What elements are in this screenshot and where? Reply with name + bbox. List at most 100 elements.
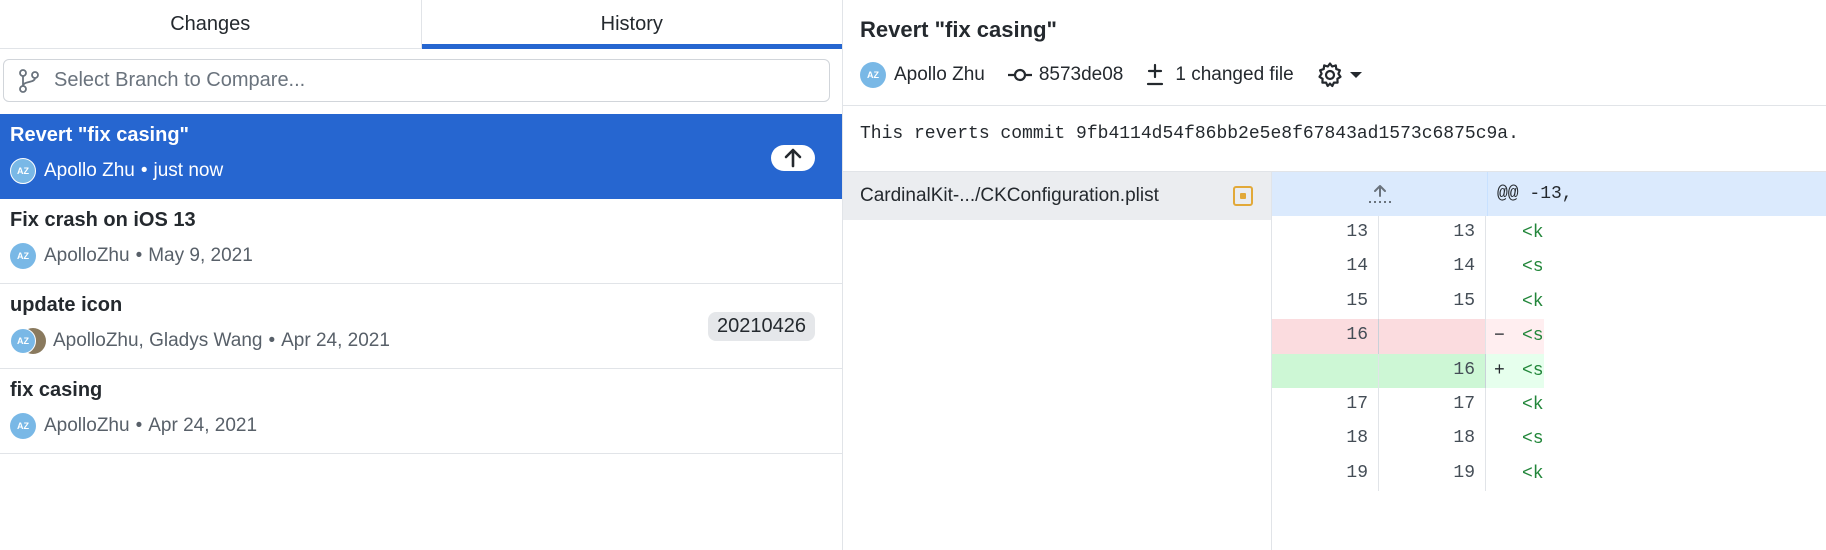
- commit-meta: AZ ApolloZhu, Gladys Wang • Apr 24, 2021: [10, 328, 390, 354]
- commit-meta: AZ ApolloZhu • May 9, 2021: [10, 243, 253, 269]
- changed-files-list: CardinalKit-.../CKConfiguration.plist: [843, 172, 1272, 550]
- separator-dot: •: [135, 245, 143, 266]
- diff-marker: [1486, 216, 1512, 250]
- commit-summary: update icon: [10, 294, 123, 316]
- tag-badge: 20210426: [708, 312, 815, 341]
- git-commit-icon: [1007, 68, 1032, 82]
- commit-sha[interactable]: 8573de08: [1039, 64, 1124, 86]
- old-line-number: 15: [1272, 284, 1379, 320]
- commit-summary: Fix crash on iOS 13: [10, 209, 196, 231]
- commit-author: ApolloZhu: [44, 415, 130, 436]
- diff-code: <s: [1512, 353, 1544, 388]
- avatar: AZ: [10, 328, 36, 354]
- commit-author: Apollo Zhu: [894, 64, 985, 85]
- gear-icon: [1318, 62, 1342, 88]
- commit-row[interactable]: fix casing AZ ApolloZhu • Apr 24, 2021: [0, 369, 842, 454]
- diff-line[interactable]: 14 14 <s: [1272, 250, 1826, 285]
- commit-detail-pane: Revert "fix casing" AZ Apollo Zhu 8573de…: [843, 0, 1826, 550]
- new-line-number: 18: [1379, 422, 1486, 457]
- commit-author-info: AZ Apollo Zhu: [860, 62, 985, 88]
- tab-changes[interactable]: Changes: [0, 0, 421, 48]
- diff-line[interactable]: 15 15 <k: [1272, 284, 1826, 320]
- diff-settings-button[interactable]: [1316, 61, 1364, 89]
- new-line-number: 16: [1379, 353, 1486, 388]
- diff-line[interactable]: 19 19 <k: [1272, 456, 1826, 492]
- new-line-number: 13: [1379, 216, 1486, 251]
- diff-line-added[interactable]: 16 + <s: [1272, 353, 1826, 388]
- commit-list: Revert "fix casing" AZ Apollo Zhu • just…: [0, 114, 842, 454]
- diff-code: <k: [1522, 394, 1544, 415]
- branch-compare-field[interactable]: [3, 59, 830, 102]
- expand-up-button[interactable]: [1272, 172, 1488, 216]
- diff-code: <s: [1512, 319, 1544, 354]
- chevron-down-icon: [1349, 72, 1362, 78]
- commit-row[interactable]: Revert "fix casing" AZ Apollo Zhu • just…: [0, 114, 842, 199]
- tab-history[interactable]: History: [420, 0, 843, 49]
- unpushed-commit-badge: [771, 145, 815, 171]
- diff-marker: [1486, 422, 1512, 456]
- file-path: CardinalKit-.../CKConfiguration.plist: [860, 185, 1159, 206]
- old-line-number: 19: [1272, 456, 1379, 492]
- diff-marker: [1486, 250, 1512, 284]
- diff-line[interactable]: 18 18 <s: [1272, 422, 1826, 457]
- diff-marker: [1486, 457, 1512, 491]
- hunk-header: @@ -13,: [1272, 172, 1826, 216]
- commit-date: Apr 24, 2021: [148, 415, 258, 436]
- commit-summary: fix casing: [10, 379, 103, 401]
- expand-up-icon: [1368, 185, 1391, 203]
- commit-author: ApolloZhu, Gladys Wang: [53, 330, 263, 351]
- commit-author: ApolloZhu: [44, 245, 130, 266]
- commit-meta: AZ ApolloZhu • Apr 24, 2021: [10, 413, 257, 439]
- commit-sha-info: 8573de08: [1007, 64, 1124, 86]
- new-line-number: 19: [1379, 456, 1486, 492]
- branch-compare-input[interactable]: [52, 68, 796, 93]
- diff-code: <s: [1522, 429, 1544, 450]
- diff-marker: −: [1486, 319, 1512, 354]
- arrow-up-icon: [784, 148, 802, 168]
- old-line-number: 16: [1272, 319, 1379, 354]
- commit-row[interactable]: Fix crash on iOS 13 AZ ApolloZhu • May 9…: [0, 199, 842, 284]
- commit-author: Apollo Zhu: [44, 160, 135, 181]
- diff-marker: [1486, 285, 1512, 319]
- diff-line[interactable]: 17 17 <k: [1272, 387, 1826, 423]
- diff-code: <s: [1522, 257, 1544, 278]
- changed-files-info: 1 changed file: [1145, 63, 1294, 87]
- separator-dot: •: [135, 415, 143, 436]
- old-line-number: 13: [1272, 216, 1379, 251]
- commit-header: Revert "fix casing" AZ Apollo Zhu 8573de…: [843, 0, 1826, 106]
- commit-row[interactable]: update icon AZ ApolloZhu, Gladys Wang • …: [0, 284, 842, 369]
- avatar: AZ: [10, 413, 36, 439]
- separator-dot: •: [140, 160, 148, 181]
- avatar: AZ: [10, 158, 36, 184]
- modified-status-icon: [1233, 186, 1253, 206]
- tab-bar: Changes History: [0, 0, 842, 49]
- diff-code: <k: [1522, 463, 1544, 484]
- diff-marker: +: [1486, 353, 1512, 388]
- diff-marker: [1486, 388, 1512, 422]
- old-line-number: [1272, 353, 1379, 388]
- old-line-number: 18: [1272, 422, 1379, 457]
- commit-description: This reverts commit 9fb4114d54f86bb2e5e8…: [860, 124, 1519, 144]
- commit-date: Apr 24, 2021: [281, 330, 390, 351]
- commit-date: May 9, 2021: [148, 245, 253, 266]
- diff-code: <k: [1522, 291, 1544, 312]
- commit-date: just now: [153, 160, 224, 181]
- new-line-number: [1379, 319, 1486, 354]
- file-list-item[interactable]: CardinalKit-.../CKConfiguration.plist: [843, 172, 1271, 220]
- separator-dot: •: [268, 330, 276, 351]
- old-line-number: 17: [1272, 387, 1379, 423]
- old-line-number: 14: [1272, 250, 1379, 285]
- hunk-header-text: @@ -13,: [1497, 184, 1573, 204]
- avatar-stack: AZ: [10, 328, 46, 354]
- diff-line-deleted[interactable]: 16 − <s: [1272, 319, 1826, 354]
- avatar: AZ: [860, 62, 886, 88]
- diff-code: <k: [1522, 223, 1544, 243]
- commit-meta: AZ Apollo Zhu • just now: [10, 158, 223, 184]
- new-line-number: 15: [1379, 284, 1486, 320]
- diff-icon: [1147, 63, 1164, 86]
- changed-files-count: 1 changed file: [1175, 64, 1294, 85]
- diff-line[interactable]: 13 13 <k: [1272, 216, 1826, 251]
- commit-summary: Revert "fix casing": [10, 124, 190, 146]
- git-branch-icon: [19, 68, 39, 93]
- avatar: AZ: [10, 243, 36, 269]
